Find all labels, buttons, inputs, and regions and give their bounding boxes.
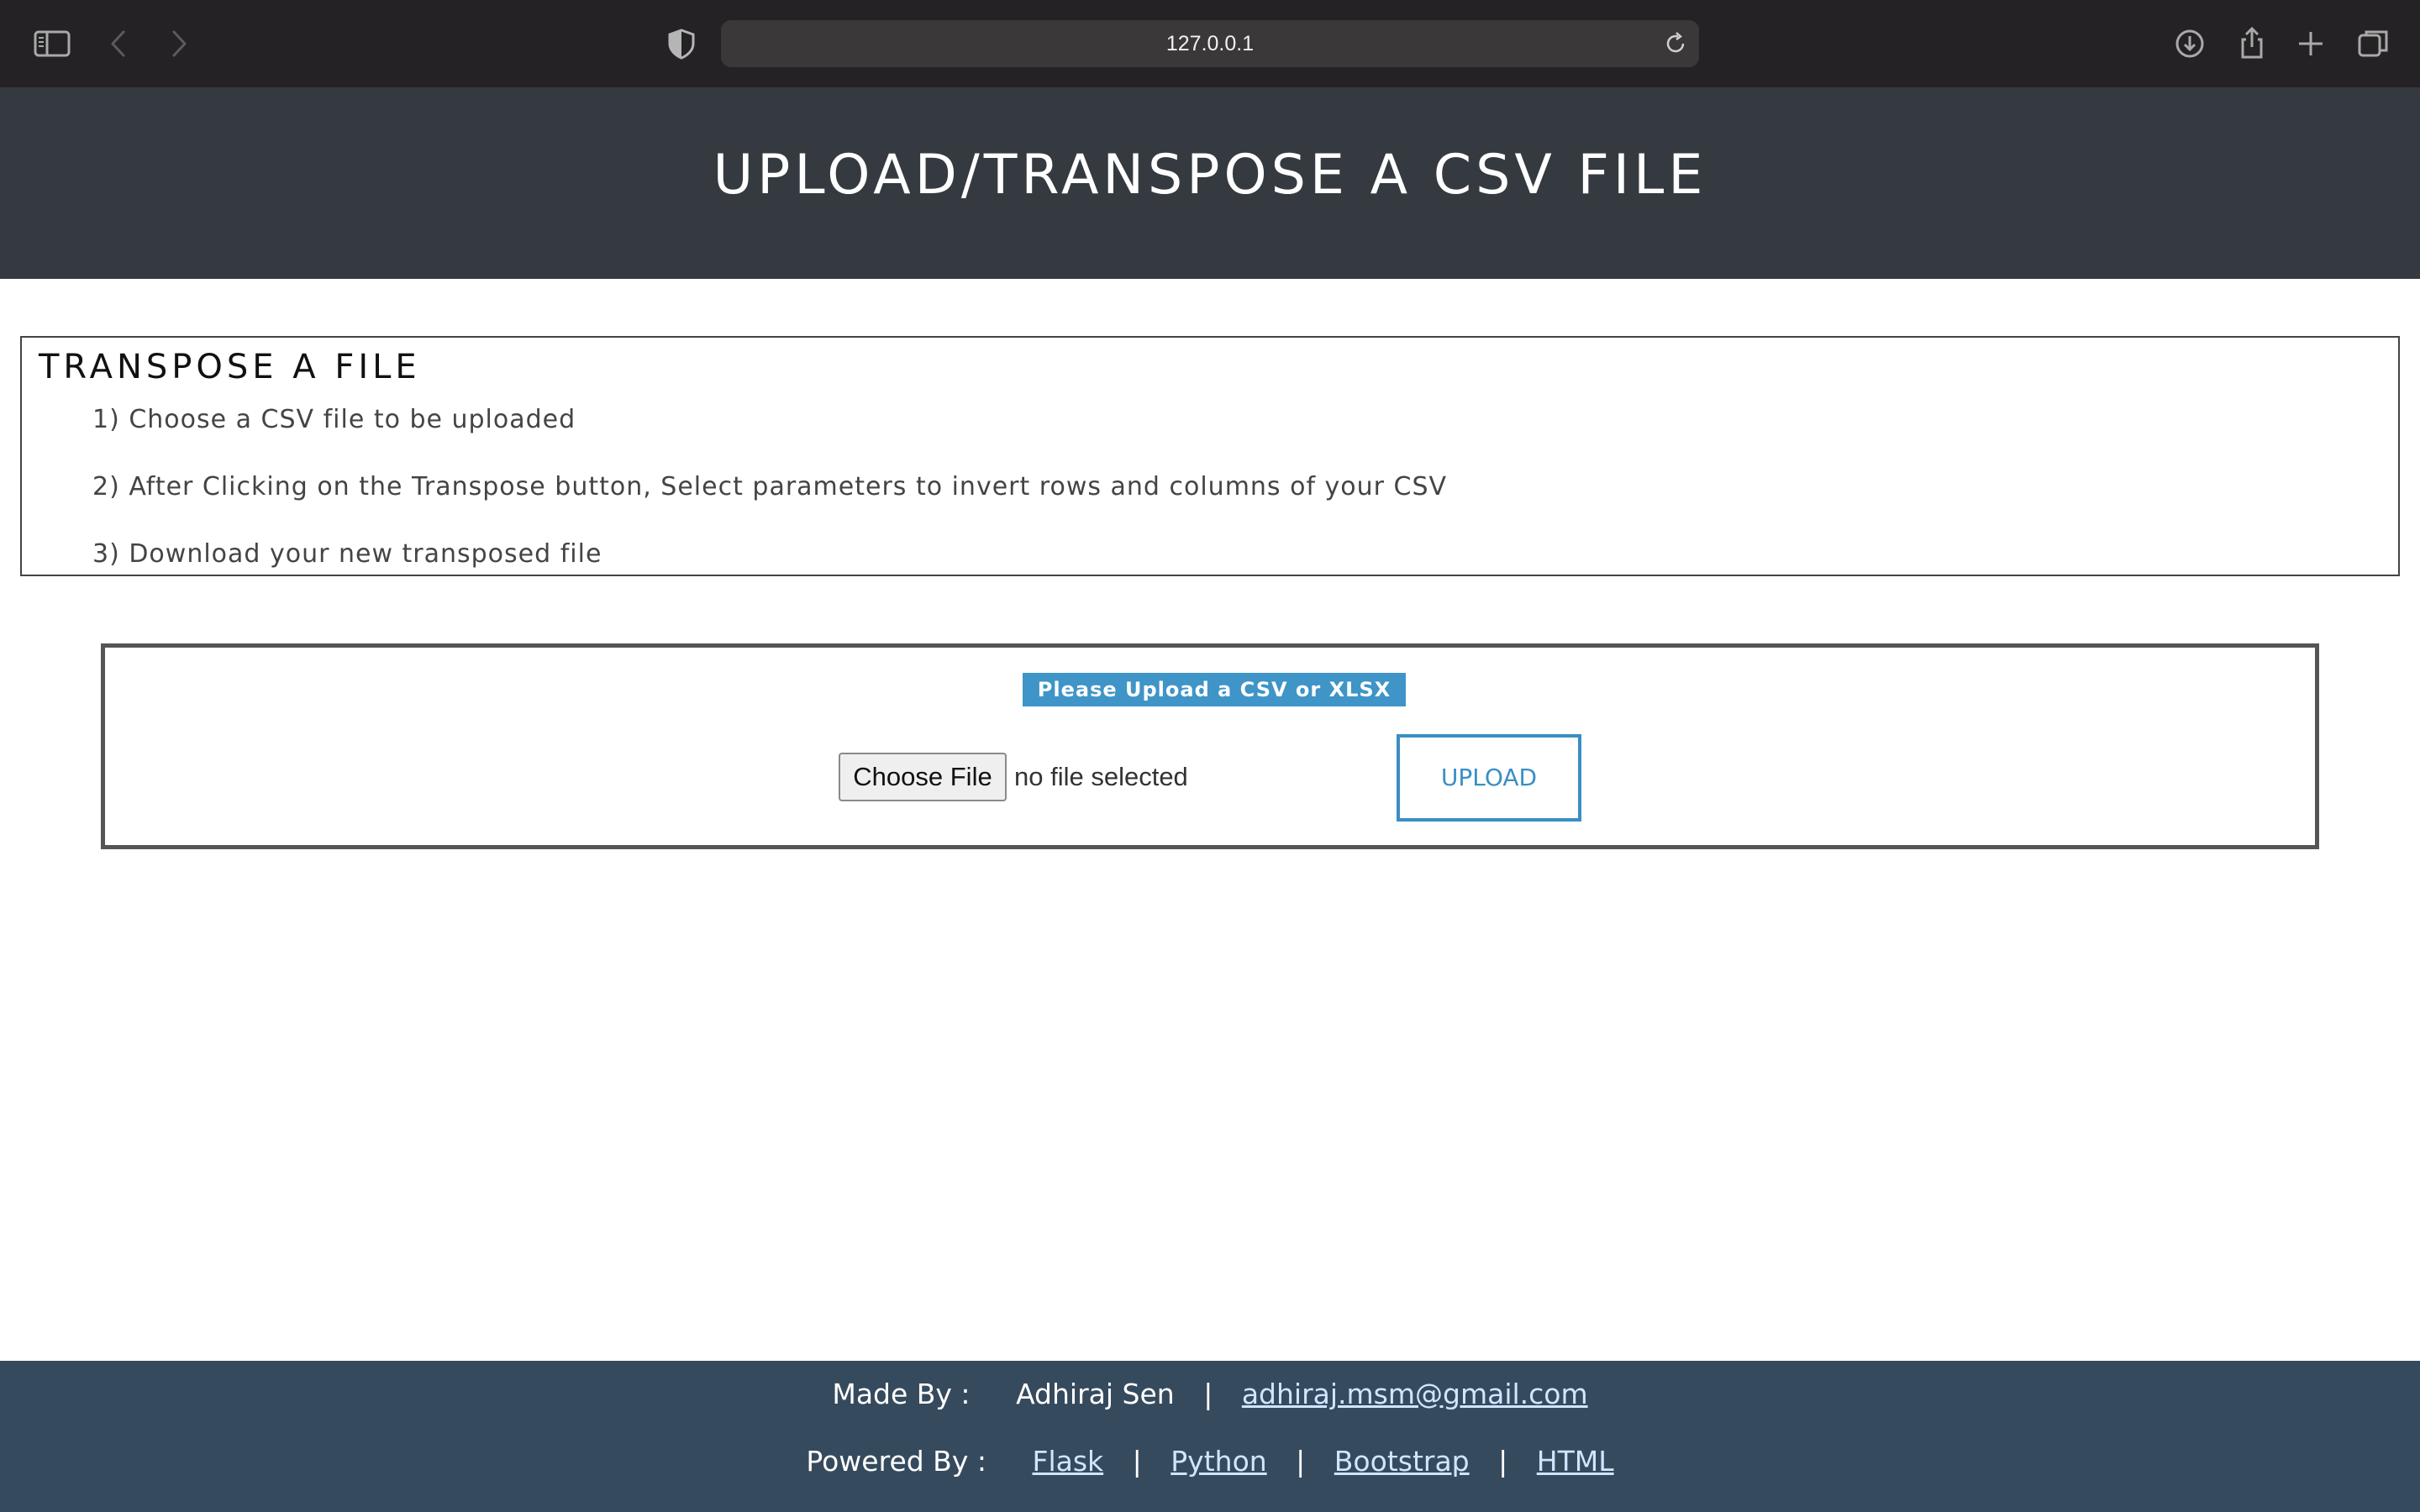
upload-form: Please Upload a CSV or XLSX file Choose … — [101, 643, 2319, 849]
instruction-step-3: 3) Download your new transposed file — [92, 539, 602, 569]
footer-separator: | — [1296, 1445, 1306, 1478]
instruction-step-1: 1) Choose a CSV file to be uploaded — [92, 405, 576, 434]
footer-separator: | — [1498, 1445, 1508, 1478]
html-link[interactable]: HTML — [1537, 1445, 1614, 1478]
reload-icon[interactable] — [1662, 30, 1689, 57]
shield-icon[interactable] — [661, 24, 702, 64]
browser-toolbar: 127.0.0.1 — [0, 0, 2420, 87]
email-link[interactable]: adhiraj.msm@gmail.com — [1242, 1378, 1588, 1410]
instructions-box: TRANSPOSE A FILE 1) Choose a CSV file to… — [20, 336, 2400, 576]
upload-button[interactable]: UPLOAD — [1397, 734, 1581, 822]
footer-separator: | — [1203, 1378, 1213, 1410]
python-link[interactable]: Python — [1171, 1445, 1266, 1478]
made-by-label: Made By : — [832, 1378, 971, 1410]
footer-powered-by: Powered By : Flask | Python | Bootstrap … — [0, 1445, 2420, 1478]
choose-file-button[interactable]: Choose File — [839, 753, 1007, 801]
tabs-overview-icon[interactable] — [2353, 24, 2393, 64]
url-text[interactable]: 127.0.0.1 — [721, 20, 1699, 67]
share-icon[interactable] — [2232, 24, 2272, 64]
sidebar-icon[interactable] — [32, 24, 72, 64]
new-tab-icon[interactable] — [2291, 24, 2331, 64]
page-header: UPLOAD/TRANSPOSE A CSV FILE — [0, 87, 2420, 279]
flask-link[interactable]: Flask — [1032, 1445, 1103, 1478]
instructions-title: TRANSPOSE A FILE — [39, 348, 421, 386]
footer: Made By : Adhiraj Sen | adhiraj.msm@gmai… — [0, 1361, 2420, 1512]
address-bar[interactable]: 127.0.0.1 — [721, 20, 1699, 67]
author-name: Adhiraj Sen — [1016, 1378, 1175, 1410]
instruction-step-2: 2) After Clicking on the Transpose butto… — [92, 472, 1448, 501]
powered-by-label: Powered By : — [806, 1445, 986, 1478]
footer-credits: Made By : Adhiraj Sen | adhiraj.msm@gmai… — [0, 1378, 2420, 1410]
footer-separator: | — [1132, 1445, 1142, 1478]
back-icon[interactable] — [99, 24, 139, 64]
file-status-text: no file selected — [1014, 762, 1188, 791]
download-icon[interactable] — [2170, 24, 2210, 64]
forward-icon[interactable] — [158, 24, 198, 64]
upload-prompt-badge: Please Upload a CSV or XLSX file — [1023, 673, 1406, 735]
page-title: UPLOAD/TRANSPOSE A CSV FILE — [713, 144, 1707, 207]
bootstrap-link[interactable]: Bootstrap — [1334, 1445, 1470, 1478]
